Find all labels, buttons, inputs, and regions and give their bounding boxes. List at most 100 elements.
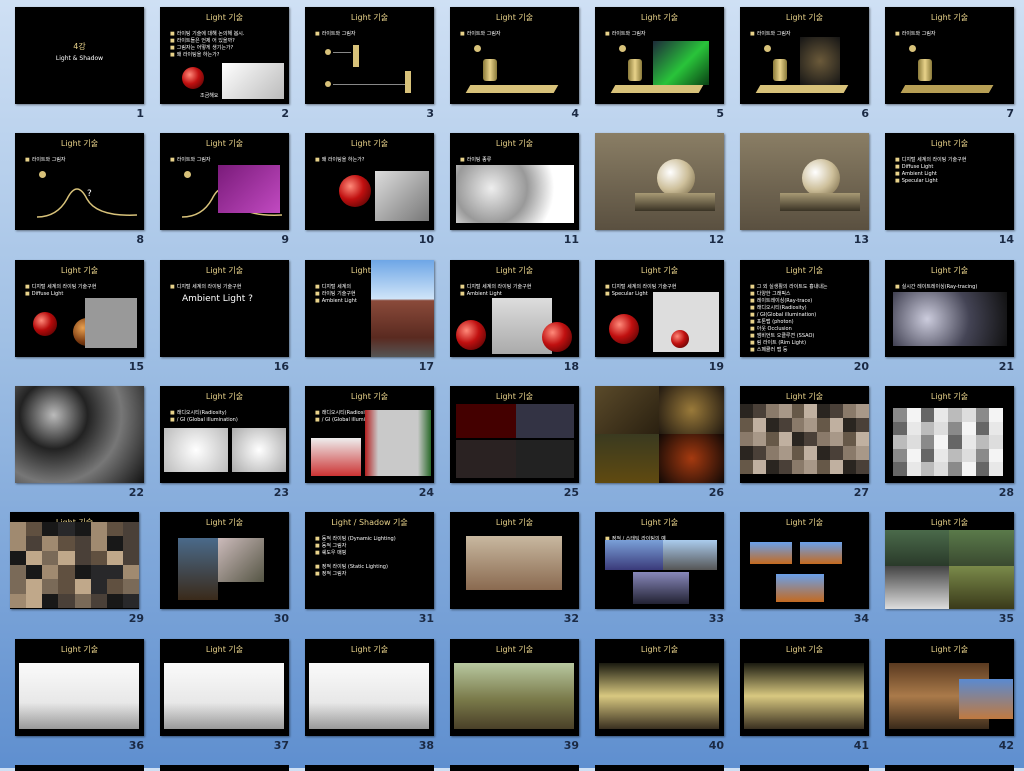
slide-title: Light 기술 xyxy=(205,645,244,654)
render-panel xyxy=(456,440,516,478)
bullet-marker: ■ xyxy=(605,31,610,37)
slide-thumbnail[interactable]: Light 기술 ■ 그 외 실생활의 라이트도 흉내내는 ■ 다양한 그래픽스 ■ 레이트… xyxy=(740,260,869,357)
slide-thumbnail[interactable] xyxy=(15,386,144,483)
slide-bullet: ■ 정적 라이팅 (Static Lighting) xyxy=(315,564,388,570)
slide-thumbnail[interactable]: Light 기술 xyxy=(595,639,724,736)
slide-thumbnail[interactable]: Light 기술 xyxy=(305,639,434,736)
slide-thumbnail[interactable]: Light 기술 ■ 래디오시티(Radiosity) ■ / GI (Global i… xyxy=(160,386,289,483)
slide-thumbnail[interactable]: Light 기술 ■ 디지털 세계의 라이팅 기술구현 Ambient Light ? xyxy=(160,260,289,357)
slide-thumbnail[interactable]: Light 기술 ■ 라이트와 그림자 xyxy=(305,7,434,104)
slide-thumbnail-partial[interactable] xyxy=(740,765,869,771)
bullet-marker: ■ xyxy=(315,550,320,556)
slide-thumbnail[interactable]: Light 기술 ■ 실시간 레이트레이싱(Ray-tracing) xyxy=(885,260,1014,357)
slide-thumbnail[interactable]: Light 기술 ■ 디지털 세계의 라이팅 기술구현 ■ Diffuse Light xyxy=(15,260,144,357)
slide-thumbnail[interactable]: Light 기술 ■ 라이트와 그림자 xyxy=(885,7,1014,104)
slide-thumbnail[interactable]: Light 기술 ■ 디지털 세계의 라이팅 기술구현 ■ Specular Light xyxy=(595,260,724,357)
bullet-text: 정적 라이팅 (Static Lighting) xyxy=(321,564,388,570)
slide-thumbnail[interactable]: Light 기술 ■ 래디오시티(Radiosity) ■ / GI (Global i… xyxy=(305,386,434,483)
viewport-panel xyxy=(85,298,137,348)
bullet-marker: ■ xyxy=(315,571,320,577)
slide-thumbnail-partial[interactable] xyxy=(305,765,434,771)
slide-thumbnail[interactable]: Light 기술 ■ 디지털 세계의 라이팅 기술구현 ■ Diffuse Light ■… xyxy=(885,133,1014,230)
slide-thumbnail[interactable]: Light 기술 xyxy=(160,512,289,609)
slide-thumbnail[interactable]: Light 기술 ■ 라이팅 종류 xyxy=(450,133,579,230)
bullet-marker: ■ xyxy=(750,319,755,325)
slide-thumbnail[interactable]: Light 기술 ■ 라이트와 그림자 xyxy=(595,7,724,104)
slide-thumbnail[interactable]: Light 기술 xyxy=(885,512,1014,609)
character-lineup xyxy=(466,536,562,590)
slide-thumbnail[interactable]: Light 기술 ■ 라이트와 그림자 xyxy=(160,133,289,230)
slide-thumbnail[interactable]: ■실제 세계의 라이팅 구현■Diffuse Refraction? xyxy=(740,133,869,230)
next-row-partial xyxy=(0,765,1024,771)
slide-number: 10 xyxy=(418,233,434,246)
slide-number: 5 xyxy=(716,107,724,120)
slide-thumbnail[interactable]: Light 기술 ■ 디지털 세계의 라이팅 기술구현 ■ Ambient Light xyxy=(450,260,579,357)
slide-thumbnail[interactable]: Light 기술 ■ 라이팅 기술에 대해 논의해 봅시. ■ 라이트들은 언제 어 있… xyxy=(160,7,289,104)
slide-bullet: ■ 디지털 세계의 라이팅 기술구현 xyxy=(460,284,531,290)
slide-thumbnail-partial[interactable] xyxy=(160,765,289,771)
slide-title: Light 기술 xyxy=(350,392,389,401)
slide-number: 37 xyxy=(273,739,289,752)
slide-thumbnail[interactable]: Light 기술 xyxy=(740,386,869,483)
bullet-marker: ■ xyxy=(895,164,900,170)
slide-thumbnail[interactable]: Light / Shadow 기술 ■ 동적 라이팅 (Dynamic Lighti… xyxy=(305,512,434,609)
slide-number: 22 xyxy=(128,486,144,499)
slide-bullet: ■ 라이팅 기술에 대해 논의해 봅시. xyxy=(170,31,244,37)
slide-thumbnail[interactable]: Light 기술 xyxy=(450,639,579,736)
light-ray xyxy=(333,84,407,85)
slide-thumbnail[interactable]: Light 기술 xyxy=(885,639,1014,736)
render-panel xyxy=(659,386,724,434)
slide-thumbnail-partial[interactable] xyxy=(885,765,1014,771)
slide-title: Light 기술 xyxy=(60,266,99,275)
slide-thumbnail-partial[interactable] xyxy=(450,765,579,771)
light-star-icon xyxy=(909,45,916,52)
bullet-marker: ■ xyxy=(750,284,755,290)
slide-thumbnail[interactable]: Light 기술 xyxy=(740,639,869,736)
bullet-text: 라이트와 그림자 xyxy=(756,31,791,37)
slide-number: 14 xyxy=(998,233,1014,246)
character-render xyxy=(800,37,840,85)
pixelated-image xyxy=(893,408,1003,476)
sphere-render xyxy=(802,159,840,197)
slide-thumbnail[interactable]: Light 기술 xyxy=(10,512,139,609)
slide-number: 13 xyxy=(853,233,869,246)
bullet-text: Diffuse Light xyxy=(901,164,934,170)
slide-bullet: ■ Diffuse Light xyxy=(895,164,933,170)
slide-thumbnail[interactable]: Light 기술 xyxy=(450,386,579,483)
slide-thumbnail[interactable]: Light 기술 xyxy=(740,512,869,609)
slide-number: 30 xyxy=(273,612,289,625)
bullet-text: Ambient Light xyxy=(901,171,937,177)
bullet-marker: ■ xyxy=(460,31,465,37)
bullet-text: 림 라이트 (Rim Light) xyxy=(756,340,807,346)
slide-title: Light 기술 xyxy=(205,266,244,275)
bullet-marker: ■ xyxy=(750,326,755,332)
slide-thumbnail[interactable]: Light 기술 xyxy=(160,639,289,736)
slide-thumbnail[interactable]: Light 기술 ■ 라이트와 그림자 xyxy=(740,7,869,104)
floor-plane xyxy=(900,85,994,93)
magenta-cone xyxy=(218,165,280,213)
slide-thumbnail[interactable]: Light 기술 ■ 라이트와 그림자 xyxy=(450,7,579,104)
slide-thumbnail[interactable]: ■실제 세계의 라이팅 구현■Specular reflection? xyxy=(595,133,724,230)
slide-title: Light 기술 xyxy=(495,139,534,148)
street-render xyxy=(454,663,574,729)
light-star-icon xyxy=(619,45,626,52)
slide-thumbnail-partial[interactable] xyxy=(595,765,724,771)
slide-thumbnail-partial[interactable] xyxy=(15,765,144,771)
bullet-marker: ■ xyxy=(170,45,175,51)
slide-thumbnail[interactable]: Light 기술 xyxy=(450,512,579,609)
slide-bullet: ■ Specular Light xyxy=(605,291,648,297)
slide-thumbnail[interactable]: Light 기술 xyxy=(885,386,1014,483)
slide-thumbnail[interactable]: Light 기술 ■ 디지털 세계의 ■ 라이팅 기술구현 ■ Ambient Light xyxy=(305,260,434,357)
slide-thumbnail[interactable]: Light 기술 xyxy=(15,639,144,736)
bullet-text: 왜 라이팅을 하는가? xyxy=(321,157,365,163)
cube-map xyxy=(959,679,1013,719)
slide-thumbnail[interactable]: 4강 Light & Shadow xyxy=(15,7,144,104)
slide-thumbnail[interactable]: Light 기술 ■ 정적 / 스태틱 라이팅의 예 xyxy=(595,512,724,609)
slide-number: 25 xyxy=(563,486,579,499)
slide-thumbnail[interactable] xyxy=(595,386,724,483)
bullet-text: 그림자는 어떻게 생기는가? xyxy=(176,45,234,51)
slide-thumbnail[interactable]: Light 기술 ■ 라이트와 그림자? xyxy=(15,133,144,230)
slide-thumbnail[interactable]: Light 기술 ■ 왜 라이팅을 하는가? xyxy=(305,133,434,230)
slide-bullet: ■ Ambient Light xyxy=(460,291,502,297)
bullet-marker: ■ xyxy=(315,410,320,416)
